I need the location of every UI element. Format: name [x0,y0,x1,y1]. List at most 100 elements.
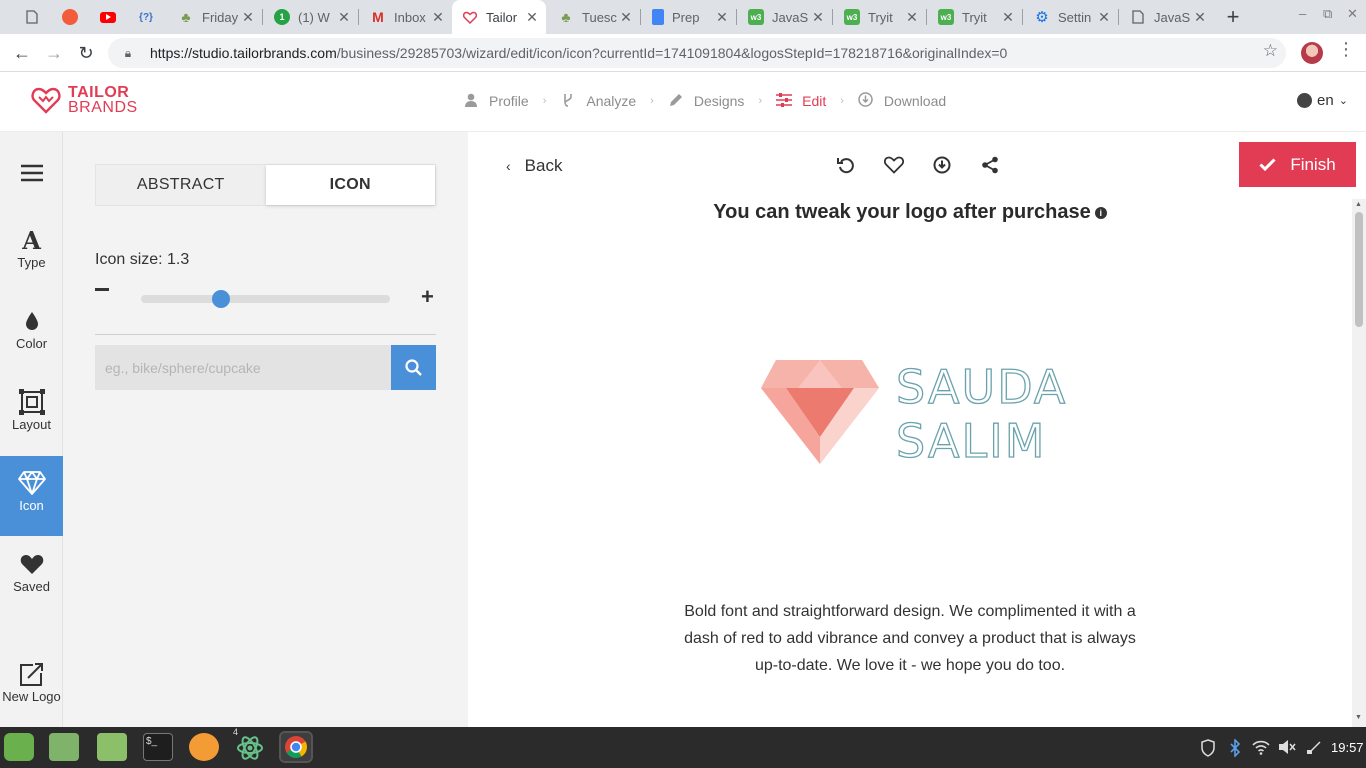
icon-size-slider[interactable] [141,290,390,308]
tab-friday[interactable]: ♣ Friday ✕ [168,0,262,34]
reload-icon[interactable]: ↻ [72,39,100,67]
folder-icon[interactable] [97,733,127,761]
tab-settings[interactable]: ⚙ Settin ✕ [1024,0,1118,34]
forward-arrow-icon[interactable]: → [40,39,68,67]
new-tab-button[interactable]: + [1220,4,1246,30]
scroll-up-icon[interactable]: ▲ [1355,201,1362,208]
preview-scrollbar[interactable]: ▲ ▼ [1352,199,1366,727]
tab-pinned-doc[interactable] [14,0,50,34]
tab-pinned-shutter[interactable] [52,0,88,34]
step-designs[interactable]: Designs [668,93,744,110]
tab-tryit-1[interactable]: w3 Tryit ✕ [834,0,926,34]
close-tab-icon[interactable]: ✕ [1000,9,1016,26]
wifi-icon[interactable] [1252,739,1270,758]
language-selector[interactable]: en ⌄ [1297,92,1348,109]
rail-label: Layout [11,417,52,432]
download-icon[interactable] [930,153,954,177]
atom-icon[interactable]: 4 [233,727,265,761]
logo-text-brands: BRANDS [68,99,138,116]
icon-search-input[interactable] [95,345,391,390]
rail-item-type[interactable]: A Type [0,213,63,293]
keyboard-icon[interactable] [1306,739,1322,758]
favorite-heart-icon[interactable] [882,153,906,177]
info-icon[interactable]: i [1094,206,1107,219]
close-tab-icon[interactable]: ✕ [430,9,446,26]
close-tab-icon[interactable]: ✕ [336,9,352,26]
tab-prep[interactable]: Prep ✕ [642,0,736,34]
tab-javas-2[interactable]: JavaS ✕ [1120,0,1214,34]
back-arrow-icon[interactable]: ← [8,39,36,67]
bluetooth-icon[interactable] [1229,738,1241,760]
logo-line-1: SAUDA [895,359,1068,414]
tab-abstract[interactable]: ABSTRACT [96,165,266,205]
step-download[interactable]: Download [858,92,946,110]
tab-tuesday[interactable]: ♣ Tuesc ✕ [548,0,640,34]
volume-icon[interactable] [1278,739,1296,758]
step-profile[interactable]: Profile [463,93,529,110]
diamond-icon [0,470,63,496]
user-icon [463,93,479,110]
tab-tailor-active[interactable]: Tailor ✕ [452,0,546,34]
step-analyze[interactable]: Analyze [560,93,636,110]
step-edit[interactable]: Edit [776,92,826,110]
tab-pinned-json[interactable]: {?} [128,0,164,34]
address-bar[interactable]: 🔒︎ https://studio.tailorbrands.com/busin… [108,38,1286,68]
logo-line-2: SALIM [895,413,1047,468]
scrollbar-thumb[interactable] [1355,212,1363,327]
slider-thumb[interactable] [211,290,230,308]
tab-tryit-2[interactable]: w3 Tryit ✕ [928,0,1022,34]
maximize-icon[interactable]: ⧉ [1323,6,1332,22]
finish-button[interactable]: Finish [1239,142,1356,187]
tab-title: Tailor [486,9,518,25]
rail-item-layout[interactable]: Layout [0,375,63,455]
rail-menu[interactable] [0,132,63,212]
undo-icon[interactable] [834,153,858,177]
rail-label: Saved [13,579,50,594]
tweak-text: You can tweak your logo after purchase [713,201,1091,223]
tab-javas-1[interactable]: w3 JavaS ✕ [738,0,832,34]
terminal-icon[interactable]: $_ [143,733,173,761]
close-tab-icon[interactable]: ✕ [240,9,256,26]
chevron-right-icon: › [650,95,654,107]
close-tab-icon[interactable]: ✕ [1192,9,1208,26]
tailor-brands-logo[interactable]: TAILOR BRANDS [30,84,138,116]
close-tab-icon[interactable]: ✕ [1096,9,1112,26]
window-close-icon[interactable]: ✕ [1347,6,1358,22]
lock-icon: 🔒︎ [124,45,132,60]
browser-menu-icon[interactable]: ⋮ [1336,39,1356,60]
share-icon[interactable] [978,153,1002,177]
close-tab-icon[interactable]: ✕ [904,9,920,26]
bookmark-star-icon[interactable]: ☆ [1263,41,1278,61]
url-path: /business/29285703/wizard/edit/icon/icon… [336,45,1008,61]
scroll-down-icon[interactable]: ▼ [1355,714,1362,721]
docs-icon [652,9,664,25]
tab-icon[interactable]: ICON [265,165,435,205]
logo-brand-text: SAUDA SALIM [895,359,1068,468]
profile-avatar[interactable] [1301,42,1323,64]
rail-item-new-logo[interactable]: New Logo [0,647,63,727]
rail-item-color[interactable]: Color [0,294,63,374]
logo-preview-area: ‹ Back Finish You can tweak your logo af… [468,132,1356,727]
rail-item-icon[interactable]: Icon [0,456,63,536]
json-icon: {?} [139,11,153,23]
minimize-icon[interactable]: – [1299,6,1306,21]
shield-icon[interactable] [1200,739,1216,760]
increase-size-icon[interactable]: + [421,286,434,308]
mint-menu-icon[interactable] [4,733,34,761]
firefox-icon[interactable] [189,733,219,761]
close-tab-icon[interactable]: ✕ [618,9,634,26]
files-icon[interactable] [49,733,79,761]
close-tab-icon[interactable]: ✕ [810,9,826,26]
tab-whatsapp[interactable]: 1 (1) W ✕ [264,0,358,34]
decrease-size-icon[interactable] [95,288,109,291]
heart-icon [462,9,478,25]
close-tab-icon[interactable]: ✕ [714,9,730,26]
search-button[interactable] [391,345,436,390]
tab-pinned-youtube[interactable] [90,0,126,34]
close-tab-icon[interactable]: ✕ [524,9,540,26]
rail-item-saved[interactable]: Saved [0,537,63,617]
chrome-icon[interactable] [279,731,313,763]
browser-tab-strip: {?} ♣ Friday ✕ 1 (1) W ✕ M Inbox ✕ Tailo… [0,0,1366,34]
tab-inbox[interactable]: M Inbox ✕ [360,0,452,34]
back-button[interactable]: ‹ Back [506,156,562,176]
